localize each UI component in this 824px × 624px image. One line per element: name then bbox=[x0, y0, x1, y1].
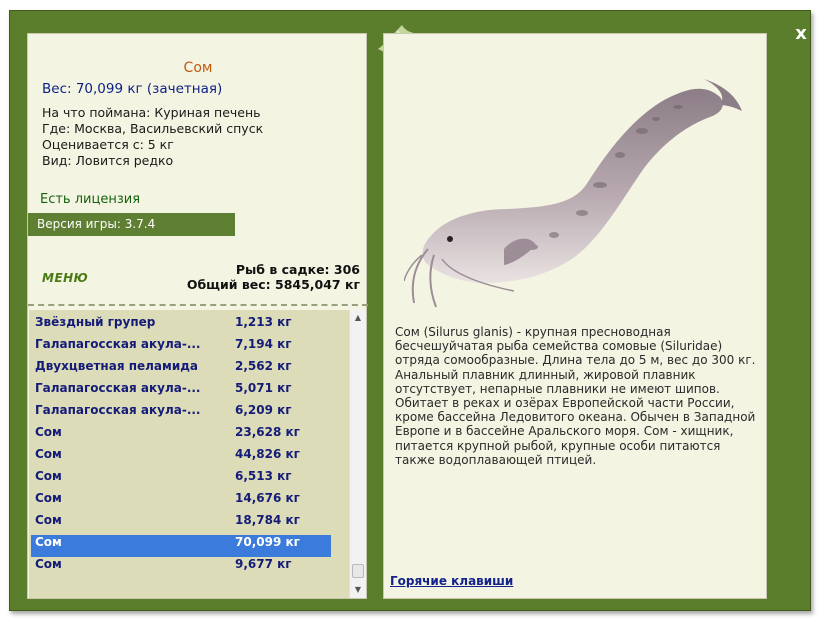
catch-row-name: Сом bbox=[35, 425, 62, 439]
left-panel: Сом Вес: 70,099 кг (зачетная) На что пой… bbox=[27, 33, 368, 599]
game-window-frame: x Сом Вес: 70,099 кг (зачетная) На что п… bbox=[9, 10, 811, 611]
catch-row[interactable]: Звёздный групер 1,213 кг bbox=[31, 315, 331, 337]
catch-row[interactable]: Галапагосская акула-... 7,194 кг bbox=[31, 337, 331, 359]
catch-row-weight: 2,562 кг bbox=[235, 359, 292, 373]
catch-row[interactable]: Сом 70,099 кг bbox=[31, 535, 331, 557]
dashed-divider bbox=[28, 304, 368, 306]
menu-button[interactable]: МЕНЮ bbox=[42, 271, 88, 285]
cage-count: Рыб в садке: 306 bbox=[235, 262, 360, 277]
catch-row-name: Двухцветная пеламида bbox=[35, 359, 199, 373]
bait-info: На что поймана: Куриная печень bbox=[42, 105, 261, 120]
fish-name: Сом bbox=[183, 60, 213, 76]
catch-row[interactable]: Сом 18,784 кг bbox=[31, 513, 331, 535]
catch-row-name: Сом bbox=[35, 557, 62, 571]
right-panel: Сом (Silurus glanis) - крупная пресновод… bbox=[383, 33, 767, 599]
hotkeys-link[interactable]: Горячие клавиши bbox=[390, 574, 513, 588]
version-bar: Версия игры: 3.7.4 bbox=[28, 213, 235, 236]
catch-list[interactable]: Звёздный групер 1,213 кг Галапагосская аку… bbox=[29, 310, 349, 598]
scroll-up-arrow-icon[interactable]: ▲ bbox=[351, 311, 365, 325]
catch-row-weight: 14,676 кг bbox=[235, 491, 300, 505]
catch-row-name: Сом bbox=[35, 469, 62, 483]
catch-row-weight: 44,826 кг bbox=[235, 447, 300, 461]
catch-row-weight: 70,099 кг bbox=[235, 535, 300, 549]
fish-description: Сом (Silurus glanis) - крупная пресновод… bbox=[395, 325, 756, 467]
catch-row-weight: 23,628 кг bbox=[235, 425, 300, 439]
catch-row[interactable]: Галапагосская акула-... 6,209 кг bbox=[31, 403, 331, 425]
catch-row-weight: 18,784 кг bbox=[235, 513, 300, 527]
license-status: Есть лицензия bbox=[40, 192, 141, 207]
catch-row-weight: 7,194 кг bbox=[235, 337, 292, 351]
catch-row[interactable]: Сом 6,513 кг bbox=[31, 469, 331, 491]
catch-row-name: Сом bbox=[35, 447, 62, 461]
catch-row[interactable]: Сом 44,826 кг bbox=[31, 447, 331, 469]
catch-row-name: Сом bbox=[35, 535, 62, 549]
cage-total-weight: Общий вес: 5845,047 кг bbox=[186, 277, 360, 292]
catch-row-weight: 6,513 кг bbox=[235, 469, 292, 483]
catch-row[interactable]: Сом 23,628 кг bbox=[31, 425, 331, 447]
catfish-illustration bbox=[404, 79, 742, 308]
close-button[interactable]: x bbox=[790, 23, 812, 45]
catch-row-name: Сом bbox=[35, 491, 62, 505]
catch-row-name: Звёздный групер bbox=[35, 315, 156, 329]
catch-row-weight: 6,209 кг bbox=[235, 403, 292, 417]
catch-row[interactable]: Галапагосская акула-... 5,071 кг bbox=[31, 381, 331, 403]
fish-weight: Вес: 70,099 кг (зачетная) bbox=[42, 81, 223, 97]
scroll-thumb[interactable] bbox=[352, 564, 364, 578]
catch-row-name: Галапагосская акула-... bbox=[35, 403, 201, 417]
catch-row-weight: 1,213 кг bbox=[235, 315, 292, 329]
catch-row-weight: 5,071 кг bbox=[235, 381, 292, 395]
scroll-down-arrow-icon[interactable]: ▼ bbox=[351, 583, 365, 597]
catch-row-weight: 9,677 кг bbox=[235, 557, 292, 571]
catch-row[interactable]: Сом 9,677 кг bbox=[31, 557, 331, 579]
location-info: Где: Москва, Васильевский спуск bbox=[42, 121, 264, 136]
catch-list-scrollbar[interactable]: ▲ ▼ bbox=[349, 310, 365, 598]
rarity-info: Вид: Ловится редко bbox=[42, 153, 174, 168]
catch-row[interactable]: Сом 14,676 кг bbox=[31, 491, 331, 513]
catch-row-name: Галапагосская акула-... bbox=[35, 381, 201, 395]
catch-row-name: Сом bbox=[35, 513, 62, 527]
price-info: Оценивается с: 5 кг bbox=[42, 137, 174, 152]
catch-row[interactable]: Двухцветная пеламида 2,562 кг bbox=[31, 359, 331, 381]
catch-row-name: Галапагосская акула-... bbox=[35, 337, 201, 351]
